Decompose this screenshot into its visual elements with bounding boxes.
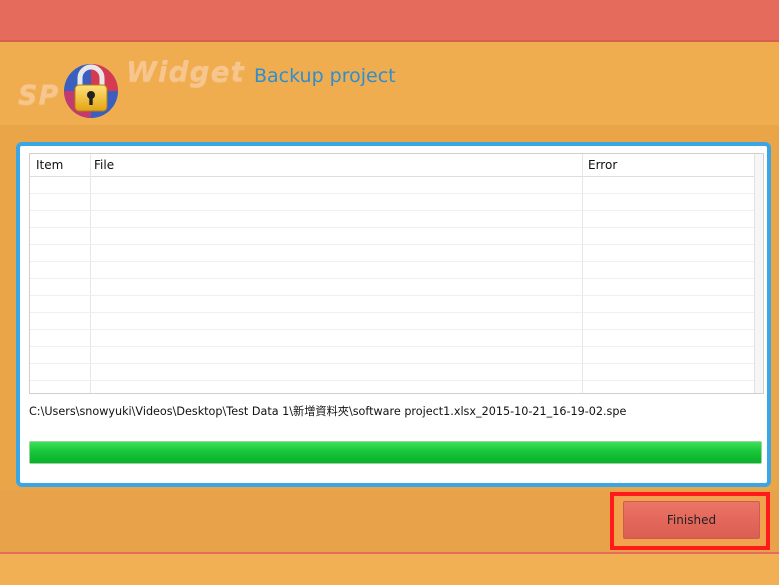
padlock-icon: [64, 64, 118, 118]
table-row: [30, 210, 763, 211]
table-row: [30, 363, 763, 364]
page-title: Backup project: [254, 65, 396, 87]
logo-text-sp: SP: [18, 80, 60, 111]
current-file-path: C:\Users\snowyuki\Videos\Desktop\Test Da…: [29, 405, 627, 418]
table-row: [30, 380, 763, 381]
app-logo: SP Widget: [18, 50, 244, 120]
table-row: [30, 278, 763, 279]
results-table[interactable]: Item File Error: [29, 153, 764, 394]
header: SP Widget Backup project: [0, 42, 779, 125]
column-header-error[interactable]: Error: [588, 158, 617, 172]
column-header-item[interactable]: Item: [36, 158, 63, 172]
backup-panel: Item File Error C:\Users\snowyuki\Videos…: [16, 142, 771, 487]
progress-bar-fill: [30, 442, 761, 463]
table-row: [30, 295, 763, 296]
logo-text-widget: Widget: [126, 55, 245, 88]
table-scrollbar[interactable]: [754, 154, 763, 393]
finished-button[interactable]: Finished: [623, 501, 760, 539]
column-divider: [90, 154, 91, 393]
progress-bar: [29, 441, 762, 464]
table-row: [30, 261, 763, 262]
footer: [0, 554, 779, 585]
table-row: [30, 227, 763, 228]
column-divider: [582, 154, 583, 393]
column-header-file[interactable]: File: [94, 158, 114, 172]
table-row: [30, 193, 763, 194]
table-row: [30, 312, 763, 313]
table-header: Item File Error: [30, 154, 763, 177]
table-row: [30, 244, 763, 245]
table-row: [30, 346, 763, 347]
table-row: [30, 329, 763, 330]
top-title-strip: [0, 0, 779, 42]
